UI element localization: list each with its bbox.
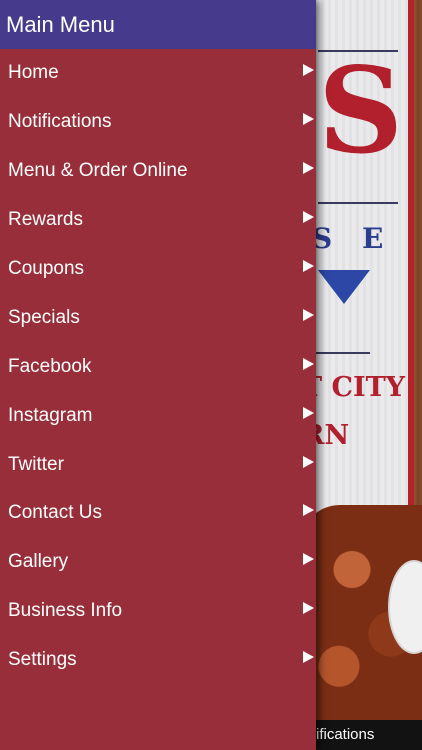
menu-item-label: Settings <box>8 649 77 671</box>
menu-item-rewards[interactable]: Rewards <box>0 196 316 245</box>
side-drawer: Main Menu Home Notifications Menu & Orde… <box>0 0 316 750</box>
menu-item-coupons[interactable]: Coupons <box>0 245 316 294</box>
sign-divider <box>310 352 370 354</box>
menu-item-label: Specials <box>8 306 80 328</box>
arrow-right-icon <box>303 504 314 517</box>
arrow-right-icon <box>303 651 314 664</box>
arrow-right-icon <box>303 162 314 175</box>
arrow-right-icon <box>303 211 314 224</box>
emblem-icon <box>318 270 370 304</box>
menu-item-label: Business Info <box>8 600 123 622</box>
sign-divider <box>318 50 398 52</box>
menu-list: Home Notifications Menu & Order Online R… <box>0 49 316 685</box>
arrow-right-icon <box>303 260 314 272</box>
menu-item-menu-order-online[interactable]: Menu & Order Online <box>0 147 316 196</box>
menu-item-label: Facebook <box>8 355 92 377</box>
menu-item-instagram[interactable]: Instagram <box>0 391 316 440</box>
arrow-right-icon <box>303 64 314 77</box>
menu-item-gallery[interactable]: Gallery <box>0 538 316 587</box>
menu-item-contact-us[interactable]: Contact Us <box>0 489 316 538</box>
arrow-right-icon <box>303 113 314 126</box>
sign-divider <box>318 202 398 204</box>
menu-item-label: Instagram <box>8 404 93 426</box>
arrow-right-icon <box>303 455 314 468</box>
arrow-right-icon <box>303 553 314 566</box>
sign-tagline: T CITY <box>302 372 405 403</box>
menu-item-label: Coupons <box>8 258 85 279</box>
menu-item-label: Home <box>8 62 59 84</box>
arrow-right-icon <box>303 308 314 321</box>
sign-subtitle: S E <box>312 222 394 255</box>
menu-item-settings[interactable]: Settings <box>0 636 316 685</box>
menu-item-home[interactable]: Home <box>0 49 316 98</box>
menu-item-label: Menu & Order Online <box>8 160 188 182</box>
menu-item-notifications[interactable]: Notifications <box>0 98 316 147</box>
arrow-right-icon <box>303 357 314 370</box>
drawer-header: Main Menu <box>0 0 316 49</box>
menu-item-label: Twitter <box>8 453 64 475</box>
menu-item-specials[interactable]: Specials <box>0 293 316 342</box>
menu-item-label: Rewards <box>8 209 83 231</box>
logo-letter: S <box>318 41 403 180</box>
menu-item-facebook[interactable]: Facebook <box>0 342 316 391</box>
menu-item-label: Contact Us <box>8 502 102 524</box>
menu-item-label: Notifications <box>8 111 112 133</box>
arrow-right-icon <box>303 406 314 419</box>
menu-item-twitter[interactable]: Twitter <box>0 440 316 489</box>
arrow-right-icon <box>303 602 314 615</box>
menu-item-business-info[interactable]: Business Info <box>0 587 316 636</box>
drawer-title: Main Menu <box>6 11 115 37</box>
bottom-tab-notifications[interactable]: ifications <box>316 726 374 743</box>
menu-item-label: Gallery <box>8 551 69 573</box>
